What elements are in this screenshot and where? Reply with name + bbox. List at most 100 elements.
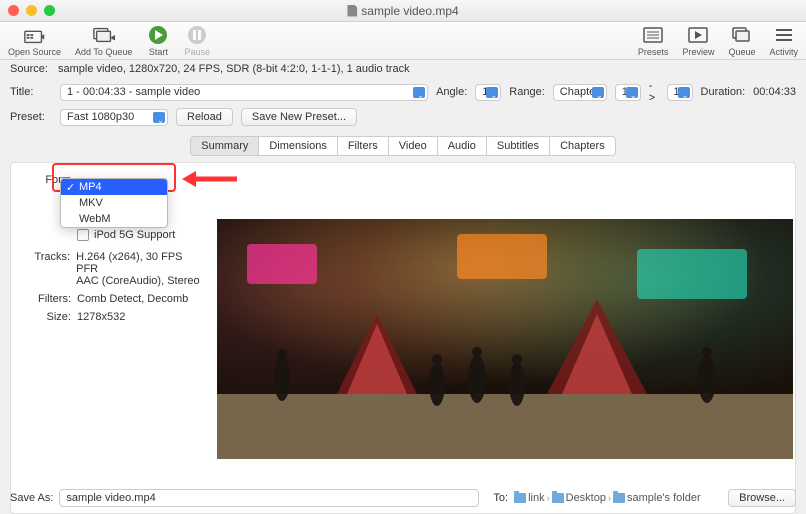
browse-button[interactable]: Browse... bbox=[728, 489, 796, 507]
path-seg-3: sample's folder bbox=[627, 492, 701, 504]
dropdown-item-mkv[interactable]: MKV bbox=[61, 195, 167, 211]
tabs: Summary Dimensions Filters Video Audio S… bbox=[0, 136, 806, 156]
chevron-right-icon: › bbox=[547, 493, 550, 503]
path-seg-1: link bbox=[528, 492, 545, 504]
queue-button[interactable]: Queue bbox=[728, 24, 755, 57]
presets-icon bbox=[641, 24, 665, 46]
dropdown-item-mp4[interactable]: MP4 bbox=[61, 179, 167, 195]
preview-icon bbox=[686, 24, 710, 46]
ipod-5g-checkbox[interactable] bbox=[77, 229, 89, 241]
add-to-queue-label: Add To Queue bbox=[75, 47, 132, 57]
pause-label: Pause bbox=[184, 47, 210, 57]
toolbar: Open Source Add To Queue Start Pause bbox=[0, 22, 806, 60]
tab-summary[interactable]: Summary bbox=[190, 136, 259, 156]
save-as-label: Save As: bbox=[10, 492, 53, 504]
title-label: Title: bbox=[10, 86, 52, 98]
maximize-window-button[interactable] bbox=[44, 5, 55, 16]
preset-row: Preset: Fast 1080p30 Reload Save New Pre… bbox=[0, 106, 806, 132]
dropdown-item-webm[interactable]: WebM bbox=[61, 211, 167, 227]
duration-value: 00:04:33 bbox=[753, 86, 796, 98]
preview-button[interactable]: Preview bbox=[682, 24, 714, 57]
ipod-5g-row[interactable]: iPod 5G Support bbox=[77, 229, 205, 241]
path-seg-2: Desktop bbox=[566, 492, 606, 504]
preview-label: Preview bbox=[682, 47, 714, 57]
tracks-label: Tracks: bbox=[25, 251, 70, 263]
angle-value: 1 bbox=[482, 86, 488, 98]
reload-button[interactable]: Reload bbox=[176, 108, 233, 126]
range-type-select[interactable]: Chapters bbox=[553, 84, 607, 101]
tab-filters[interactable]: Filters bbox=[337, 136, 389, 156]
open-source-button[interactable]: Open Source bbox=[8, 24, 61, 57]
chevron-right-icon: › bbox=[608, 493, 611, 503]
save-new-preset-button[interactable]: Save New Preset... bbox=[241, 108, 357, 126]
presets-button[interactable]: Presets bbox=[638, 24, 669, 57]
activity-button[interactable]: Activity bbox=[769, 24, 798, 57]
queue-label: Queue bbox=[728, 47, 755, 57]
tracks-row: Tracks: H.264 (x264), 30 FPS PFR AAC (Co… bbox=[25, 251, 205, 287]
pause-button[interactable]: Pause bbox=[184, 24, 210, 57]
start-button[interactable]: Start bbox=[146, 24, 170, 57]
close-window-button[interactable] bbox=[8, 5, 19, 16]
filters-row: Filters: Comb Detect, Decomb bbox=[25, 293, 205, 305]
presets-label: Presets bbox=[638, 47, 669, 57]
source-value: sample video, 1280x720, 24 FPS, SDR (8-b… bbox=[58, 63, 410, 75]
document-icon bbox=[347, 5, 357, 17]
tab-subtitles[interactable]: Subtitles bbox=[486, 136, 550, 156]
range-from-value: 1 bbox=[622, 86, 628, 98]
title-row: Title: 1 - 00:04:33 - sample video Angle… bbox=[0, 78, 806, 106]
range-label: Range: bbox=[509, 86, 544, 98]
range-to-select[interactable]: 1 bbox=[667, 84, 693, 101]
preset-select[interactable]: Fast 1080p30 bbox=[60, 109, 168, 126]
preset-value: Fast 1080p30 bbox=[67, 111, 134, 123]
size-value: 1278x532 bbox=[77, 311, 125, 323]
tab-chapters[interactable]: Chapters bbox=[549, 136, 616, 156]
folder-icon bbox=[514, 493, 526, 503]
size-label: Size: bbox=[25, 311, 71, 323]
add-to-queue-icon bbox=[92, 24, 116, 46]
folder-icon bbox=[552, 493, 564, 503]
source-row: Source: sample video, 1280x720, 24 FPS, … bbox=[0, 60, 806, 78]
pause-icon bbox=[185, 24, 209, 46]
minimize-window-button[interactable] bbox=[26, 5, 37, 16]
titlebar: sample video.mp4 bbox=[0, 0, 806, 22]
activity-label: Activity bbox=[769, 47, 798, 57]
tab-video[interactable]: Video bbox=[388, 136, 438, 156]
source-label: Source: bbox=[10, 63, 52, 75]
start-label: Start bbox=[149, 47, 168, 57]
ipod-5g-label: iPod 5G Support bbox=[94, 229, 175, 241]
filters-value: Comb Detect, Decomb bbox=[77, 293, 188, 305]
summary-panel: Form MP4 MKV WebM ✓ Align A/V Start iPod… bbox=[10, 162, 796, 514]
activity-icon bbox=[772, 24, 796, 46]
summary-left-column: Form MP4 MKV WebM ✓ Align A/V Start iPod… bbox=[25, 171, 205, 329]
preset-label: Preset: bbox=[10, 111, 52, 123]
to-label: To: bbox=[493, 492, 508, 504]
range-to-value: 1 bbox=[674, 86, 680, 98]
queue-icon bbox=[730, 24, 754, 46]
title-select-value: 1 - 00:04:33 - sample video bbox=[67, 86, 200, 98]
destination-path[interactable]: link › Desktop › sample's folder bbox=[514, 492, 701, 504]
window-controls bbox=[8, 5, 55, 16]
title-select[interactable]: 1 - 00:04:33 - sample video bbox=[60, 84, 428, 101]
tab-audio[interactable]: Audio bbox=[437, 136, 487, 156]
duration-label: Duration: bbox=[701, 86, 746, 98]
angle-label: Angle: bbox=[436, 86, 467, 98]
save-as-input[interactable]: sample video.mp4 bbox=[59, 489, 479, 507]
open-source-label: Open Source bbox=[8, 47, 61, 57]
range-type-value: Chapters bbox=[560, 86, 605, 98]
range-separator: -> bbox=[649, 80, 659, 104]
format-dropdown: MP4 MKV WebM bbox=[60, 178, 168, 228]
tracks-audio: AAC (CoreAudio), Stereo bbox=[76, 275, 205, 287]
footer: Save As: sample video.mp4 To: link › Des… bbox=[10, 489, 796, 507]
play-icon bbox=[146, 24, 170, 46]
filters-label: Filters: bbox=[25, 293, 71, 305]
folder-icon bbox=[613, 493, 625, 503]
tab-dimensions[interactable]: Dimensions bbox=[258, 136, 337, 156]
angle-select[interactable]: 1 bbox=[475, 84, 501, 101]
size-row: Size: 1278x532 bbox=[25, 311, 205, 323]
window-title: sample video.mp4 bbox=[347, 4, 458, 18]
add-to-queue-button[interactable]: Add To Queue bbox=[75, 24, 132, 57]
open-source-icon bbox=[23, 24, 47, 46]
range-from-select[interactable]: 1 bbox=[615, 84, 641, 101]
window-title-text: sample video.mp4 bbox=[361, 4, 458, 18]
video-preview bbox=[217, 219, 793, 459]
